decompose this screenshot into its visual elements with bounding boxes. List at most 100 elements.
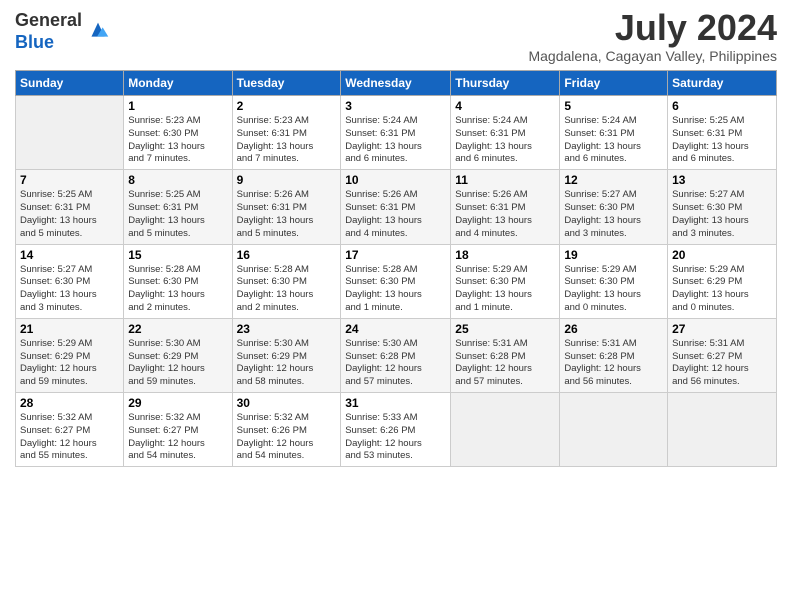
day-info: Sunrise: 5:25 AMSunset: 6:31 PMDaylight:… (672, 115, 772, 166)
day-info: Sunrise: 5:27 AMSunset: 6:30 PMDaylight:… (672, 189, 772, 240)
day-cell: 20 Sunrise: 5:29 AMSunset: 6:29 PMDayligh… (668, 244, 777, 318)
day-cell: 25 Sunrise: 5:31 AMSunset: 6:28 PMDayligh… (451, 318, 560, 392)
header: General Blue July 2024 Magdalena, Cagaya… (15, 10, 777, 64)
day-info: Sunrise: 5:26 AMSunset: 6:31 PMDaylight:… (455, 189, 555, 240)
col-header-monday: Monday (124, 71, 232, 96)
day-cell (451, 393, 560, 467)
day-number: 8 (128, 173, 227, 187)
day-number: 19 (564, 248, 663, 262)
day-cell: 9 Sunrise: 5:26 AMSunset: 6:31 PMDaylight… (232, 170, 341, 244)
day-cell: 16 Sunrise: 5:28 AMSunset: 6:30 PMDayligh… (232, 244, 341, 318)
day-number: 12 (564, 173, 663, 187)
day-cell: 8 Sunrise: 5:25 AMSunset: 6:31 PMDaylight… (124, 170, 232, 244)
day-number: 24 (345, 322, 446, 336)
title-block: July 2024 Magdalena, Cagayan Valley, Phi… (528, 10, 777, 64)
subtitle: Magdalena, Cagayan Valley, Philippines (528, 48, 777, 64)
day-info: Sunrise: 5:32 AMSunset: 6:27 PMDaylight:… (128, 412, 227, 463)
day-number: 7 (20, 173, 119, 187)
day-info: Sunrise: 5:31 AMSunset: 6:27 PMDaylight:… (672, 338, 772, 389)
day-cell: 13 Sunrise: 5:27 AMSunset: 6:30 PMDayligh… (668, 170, 777, 244)
day-cell: 14 Sunrise: 5:27 AMSunset: 6:30 PMDayligh… (16, 244, 124, 318)
day-number: 18 (455, 248, 555, 262)
day-number: 14 (20, 248, 119, 262)
day-cell: 2Sunrise: 5:23 AMSunset: 6:31 PMDaylight… (232, 96, 341, 170)
day-info: Sunrise: 5:27 AMSunset: 6:30 PMDaylight:… (20, 264, 119, 315)
day-info: Sunrise: 5:29 AMSunset: 6:30 PMDaylight:… (455, 264, 555, 315)
day-number: 30 (237, 396, 337, 410)
day-info: Sunrise: 5:32 AMSunset: 6:26 PMDaylight:… (237, 412, 337, 463)
day-number: 3 (345, 99, 446, 113)
day-number: 11 (455, 173, 555, 187)
logo-general: General (15, 10, 82, 30)
day-number: 22 (128, 322, 227, 336)
col-header-thursday: Thursday (451, 71, 560, 96)
day-number: 4 (455, 99, 555, 113)
day-cell (16, 96, 124, 170)
day-cell: 10 Sunrise: 5:26 AMSunset: 6:31 PMDayligh… (341, 170, 451, 244)
day-info: Sunrise: 5:28 AMSunset: 6:30 PMDaylight:… (128, 264, 227, 315)
day-cell: 17Sunrise: 5:28 AMSunset: 6:30 PMDayligh… (341, 244, 451, 318)
day-info: Sunrise: 5:30 AMSunset: 6:29 PMDaylight:… (128, 338, 227, 389)
day-number: 17 (345, 248, 446, 262)
day-number: 1 (128, 99, 227, 113)
day-info: Sunrise: 5:23 AMSunset: 6:31 PMDaylight:… (237, 115, 337, 166)
day-info: Sunrise: 5:30 AMSunset: 6:29 PMDaylight:… (237, 338, 337, 389)
day-info: Sunrise: 5:25 AMSunset: 6:31 PMDaylight:… (128, 189, 227, 240)
calendar-table: SundayMondayTuesdayWednesdayThursdayFrid… (15, 70, 777, 467)
col-header-tuesday: Tuesday (232, 71, 341, 96)
day-cell: 19 Sunrise: 5:29 AMSunset: 6:30 PMDayligh… (560, 244, 668, 318)
col-header-wednesday: Wednesday (341, 71, 451, 96)
day-cell: 12 Sunrise: 5:27 AMSunset: 6:30 PMDayligh… (560, 170, 668, 244)
day-info: Sunrise: 5:24 AMSunset: 6:31 PMDaylight:… (455, 115, 555, 166)
week-row-3: 21Sunrise: 5:29 AMSunset: 6:29 PMDayligh… (16, 318, 777, 392)
day-info: Sunrise: 5:28 AMSunset: 6:30 PMDaylight:… (237, 264, 337, 315)
day-cell: 6 Sunrise: 5:25 AMSunset: 6:31 PMDaylight… (668, 96, 777, 170)
day-number: 13 (672, 173, 772, 187)
day-cell: 7Sunrise: 5:25 AMSunset: 6:31 PMDaylight… (16, 170, 124, 244)
col-header-sunday: Sunday (16, 71, 124, 96)
day-number: 10 (345, 173, 446, 187)
day-cell: 22 Sunrise: 5:30 AMSunset: 6:29 PMDayligh… (124, 318, 232, 392)
day-info: Sunrise: 5:26 AMSunset: 6:31 PMDaylight:… (237, 189, 337, 240)
day-info: Sunrise: 5:29 AMSunset: 6:30 PMDaylight:… (564, 264, 663, 315)
day-number: 20 (672, 248, 772, 262)
day-number: 5 (564, 99, 663, 113)
day-info: Sunrise: 5:29 AMSunset: 6:29 PMDaylight:… (20, 338, 119, 389)
month-title: July 2024 (528, 10, 777, 46)
day-cell (668, 393, 777, 467)
day-info: Sunrise: 5:29 AMSunset: 6:29 PMDaylight:… (672, 264, 772, 315)
week-row-2: 14 Sunrise: 5:27 AMSunset: 6:30 PMDayligh… (16, 244, 777, 318)
day-number: 15 (128, 248, 227, 262)
day-number: 6 (672, 99, 772, 113)
day-info: Sunrise: 5:27 AMSunset: 6:30 PMDaylight:… (564, 189, 663, 240)
day-number: 27 (672, 322, 772, 336)
logo-text: General Blue (15, 10, 82, 53)
day-cell: 11 Sunrise: 5:26 AMSunset: 6:31 PMDayligh… (451, 170, 560, 244)
day-number: 26 (564, 322, 663, 336)
day-cell: 4 Sunrise: 5:24 AMSunset: 6:31 PMDaylight… (451, 96, 560, 170)
day-cell: 24Sunrise: 5:30 AMSunset: 6:28 PMDayligh… (341, 318, 451, 392)
day-cell: 1 Sunrise: 5:23 AMSunset: 6:30 PMDaylight… (124, 96, 232, 170)
day-info: Sunrise: 5:26 AMSunset: 6:31 PMDaylight:… (345, 189, 446, 240)
day-cell: 5 Sunrise: 5:24 AMSunset: 6:31 PMDaylight… (560, 96, 668, 170)
day-info: Sunrise: 5:33 AMSunset: 6:26 PMDaylight:… (345, 412, 446, 463)
day-number: 25 (455, 322, 555, 336)
day-number: 16 (237, 248, 337, 262)
page: General Blue July 2024 Magdalena, Cagaya… (0, 0, 792, 477)
day-info: Sunrise: 5:31 AMSunset: 6:28 PMDaylight:… (455, 338, 555, 389)
day-cell: 23Sunrise: 5:30 AMSunset: 6:29 PMDayligh… (232, 318, 341, 392)
col-header-saturday: Saturday (668, 71, 777, 96)
day-info: Sunrise: 5:24 AMSunset: 6:31 PMDaylight:… (345, 115, 446, 166)
day-cell: 3 Sunrise: 5:24 AMSunset: 6:31 PMDaylight… (341, 96, 451, 170)
day-number: 29 (128, 396, 227, 410)
day-cell: 27 Sunrise: 5:31 AMSunset: 6:27 PMDayligh… (668, 318, 777, 392)
logo-icon (84, 18, 112, 46)
day-number: 9 (237, 173, 337, 187)
day-info: Sunrise: 5:24 AMSunset: 6:31 PMDaylight:… (564, 115, 663, 166)
day-cell: 28Sunrise: 5:32 AMSunset: 6:27 PMDayligh… (16, 393, 124, 467)
day-info: Sunrise: 5:31 AMSunset: 6:28 PMDaylight:… (564, 338, 663, 389)
day-info: Sunrise: 5:23 AMSunset: 6:30 PMDaylight:… (128, 115, 227, 166)
logo-blue: Blue (15, 32, 54, 52)
day-cell: 29 Sunrise: 5:32 AMSunset: 6:27 PMDayligh… (124, 393, 232, 467)
week-row-1: 7 Sunrise: 5:25 AMSunset: 6:31 PMDaylight… (16, 170, 777, 244)
